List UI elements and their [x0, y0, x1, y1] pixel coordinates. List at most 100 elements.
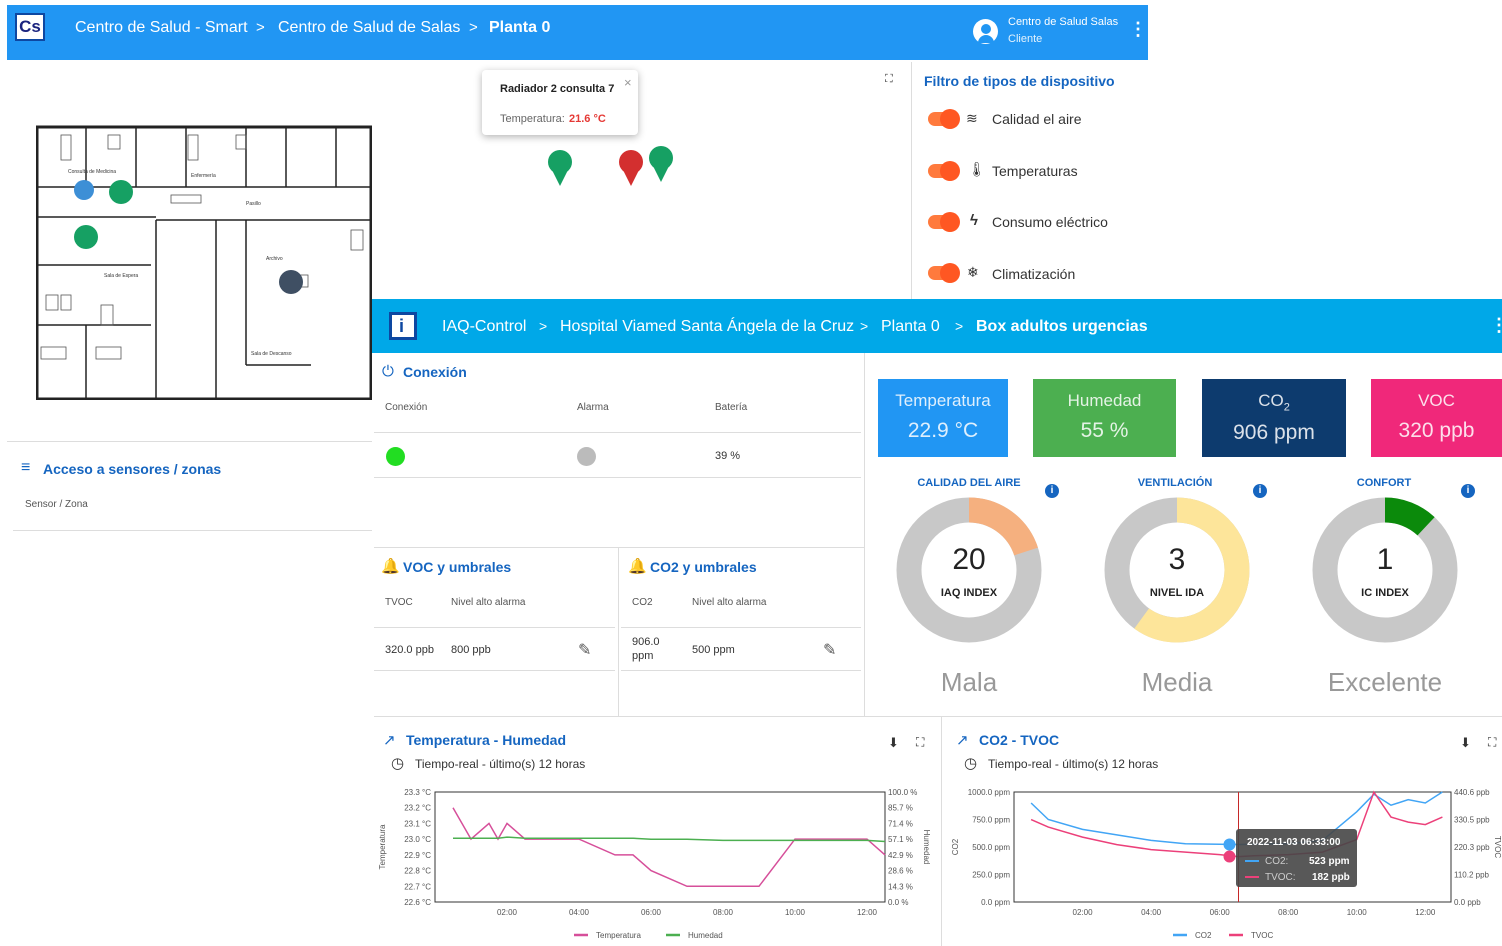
thermometer-icon: 🌡: [968, 161, 986, 177]
clock-icon: ◷: [391, 755, 405, 772]
iaq-breadcrumb-current: Box adultos urgencias: [976, 318, 1148, 335]
account-icon[interactable]: [973, 19, 998, 44]
x-tick-label: 12:00: [1415, 908, 1436, 917]
trend-icon: ↗: [383, 732, 396, 749]
chart-co2-tvoc[interactable]: 1000.0 ppm 750.0 ppm 500.0 ppm 250.0 ppm 0.0…: [945, 780, 1502, 946]
iaq-breadcrumb-site[interactable]: Hospital Viamed Santa Ángela de la Cruz: [560, 318, 854, 336]
kpi-humidity: Humedad 55 %: [1033, 379, 1176, 457]
fullscreen-icon[interactable]: ⛶: [916, 735, 924, 750]
edit-co2-icon[interactable]: ✎: [823, 640, 836, 660]
bg-menu-icon[interactable]: ⋮: [1129, 20, 1147, 38]
chart1-subtitle: Tiempo-real - último(s) 12 horas: [415, 757, 586, 771]
svg-text:Sala de Espera: Sala de Espera: [104, 273, 138, 279]
breadcrumb-root[interactable]: Centro de Salud - Smart: [75, 19, 248, 37]
breadcrumb-current: Planta 0: [489, 19, 551, 36]
tooltip-value-tvoc: 182 ppb: [1312, 872, 1350, 883]
filter-toggle-air[interactable]: [928, 109, 960, 129]
svg-text:Consulta de Medicina: Consulta de Medicina: [68, 169, 116, 175]
power-icon: ⏻: [382, 363, 394, 380]
y-tick-label: 23.0 °C: [404, 835, 431, 844]
row-divider: [621, 627, 861, 628]
info-icon[interactable]: i: [1461, 484, 1475, 498]
snowflake-icon: ❄: [967, 264, 979, 280]
filter-title: Filtro de tipos de dispositivo: [924, 73, 1115, 89]
battery-value: 39 %: [715, 450, 741, 462]
filter-toggle-hvac[interactable]: [928, 263, 960, 283]
y-tick-label: 22.8 °C: [404, 867, 431, 876]
y2-tick-label: 57.1 %: [888, 835, 913, 844]
y-tick-label: 22.6 °C: [404, 898, 431, 907]
iaq-logo[interactable]: i: [389, 312, 417, 340]
voc-col-tvoc: TVOC: [385, 597, 413, 608]
col-connection: Conexión: [385, 402, 428, 413]
cs-logo[interactable]: Cs: [15, 13, 45, 41]
gauge-word-air: Mala: [940, 667, 998, 697]
filter-label-temp: Temperaturas: [992, 163, 1078, 179]
column-divider: [864, 353, 865, 716]
access-divider-2: [13, 530, 372, 531]
co2-col-co2: CO2: [632, 597, 653, 608]
filter-toggle-temp[interactable]: [928, 161, 960, 181]
breadcrumb-separator: >: [955, 318, 964, 334]
svg-text:Sala de Descanso: Sala de Descanso: [251, 351, 292, 357]
filter-toggle-power[interactable]: [928, 212, 960, 232]
y2-axis-label: TVOC: [1493, 836, 1502, 858]
y2-axis-label: Humedad: [922, 830, 931, 865]
x-tick-label: 02:00: [1073, 908, 1094, 917]
download-icon[interactable]: ⬇: [1460, 735, 1471, 751]
menu-lines-icon[interactable]: ≡: [21, 460, 30, 476]
row-divider: [374, 432, 861, 433]
download-icon[interactable]: ⬇: [888, 735, 899, 751]
floor-plan-map[interactable]: Consulta de Medicina Enfermería Pasillo Sa…: [36, 125, 372, 400]
info-icon[interactable]: i: [1253, 484, 1267, 498]
gauge-sub-ventilation: NIVEL IDA: [1149, 587, 1205, 599]
x-tick-label: 10:00: [1347, 908, 1368, 917]
row-divider: [374, 627, 615, 628]
user-name: Centro de Salud Salas: [1008, 16, 1119, 28]
y2-tick-label: 14.3 %: [888, 882, 913, 891]
voc-title: VOC y umbrales: [403, 559, 512, 575]
crosshair-point-co2: [1223, 838, 1236, 851]
threshold-divider: [618, 547, 619, 716]
access-title: Acceso a sensores / zonas: [43, 461, 222, 477]
co2-value: 906.0: [632, 636, 660, 648]
section-divider: [374, 547, 864, 548]
y2-tick-label: 85.7 %: [888, 804, 913, 813]
breadcrumb-separator: >: [539, 318, 548, 334]
chart-tooltip: 2022-11-03 06:33:00 CO2: 523 ppm TVOC: 1…: [1236, 829, 1357, 887]
iaq-breadcrumb-floor[interactable]: Planta 0: [881, 318, 940, 336]
alarm-bell-icon: 🔔: [628, 558, 647, 575]
fullscreen-icon[interactable]: ⛶: [885, 73, 893, 86]
gauge-title-air: CALIDAD DEL AIRE: [917, 477, 1021, 489]
access-divider: [7, 441, 372, 442]
tooltip-series-tvoc: TVOC:: [1265, 872, 1296, 883]
iaq-breadcrumb-root[interactable]: IAQ-Control: [442, 318, 526, 336]
x-tick-label: 02:00: [497, 908, 518, 917]
co2-threshold: 500 ppm: [692, 644, 735, 656]
y2-tick-label: 100.0 %: [888, 788, 917, 797]
breadcrumb-separator: >: [860, 318, 869, 334]
info-icon[interactable]: i: [1045, 484, 1059, 498]
x-tick-label: 04:00: [1141, 908, 1162, 917]
x-tick-label: 04:00: [569, 908, 590, 917]
alarm-bell-icon: 🔔: [381, 558, 400, 575]
col-alarm: Alarma: [577, 402, 609, 413]
chart-temp-humidity[interactable]: 23.3 °C 23.2 °C 23.1 °C 23.0 °C 22.9 °C 22.8 …: [376, 780, 936, 946]
y-tick-label: 23.1 °C: [404, 819, 431, 828]
y-tick-label: 23.2 °C: [404, 804, 431, 813]
iaq-menu-icon[interactable]: ⋮: [1490, 316, 1502, 334]
access-sub: Sensor / Zona: [25, 499, 88, 510]
connection-title: Conexión: [403, 364, 467, 380]
popup-close-icon[interactable]: ×: [624, 75, 632, 90]
edit-voc-icon[interactable]: ✎: [578, 640, 591, 660]
gauge-value-air: 20: [952, 543, 986, 576]
radiator-markers[interactable]: [540, 140, 680, 192]
co2-col-threshold: Nivel alto alarma: [692, 597, 767, 608]
legend-label-temperatura: Temperatura: [596, 931, 641, 940]
fullscreen-icon[interactable]: ⛶: [1488, 735, 1496, 750]
row-divider: [621, 670, 861, 671]
legend-label-humedad: Humedad: [688, 931, 723, 940]
kpi-temperature: Temperatura 22.9 °C: [878, 379, 1008, 457]
x-tick-label: 06:00: [1210, 908, 1231, 917]
breadcrumb-site[interactable]: Centro de Salud de Salas: [278, 19, 460, 37]
